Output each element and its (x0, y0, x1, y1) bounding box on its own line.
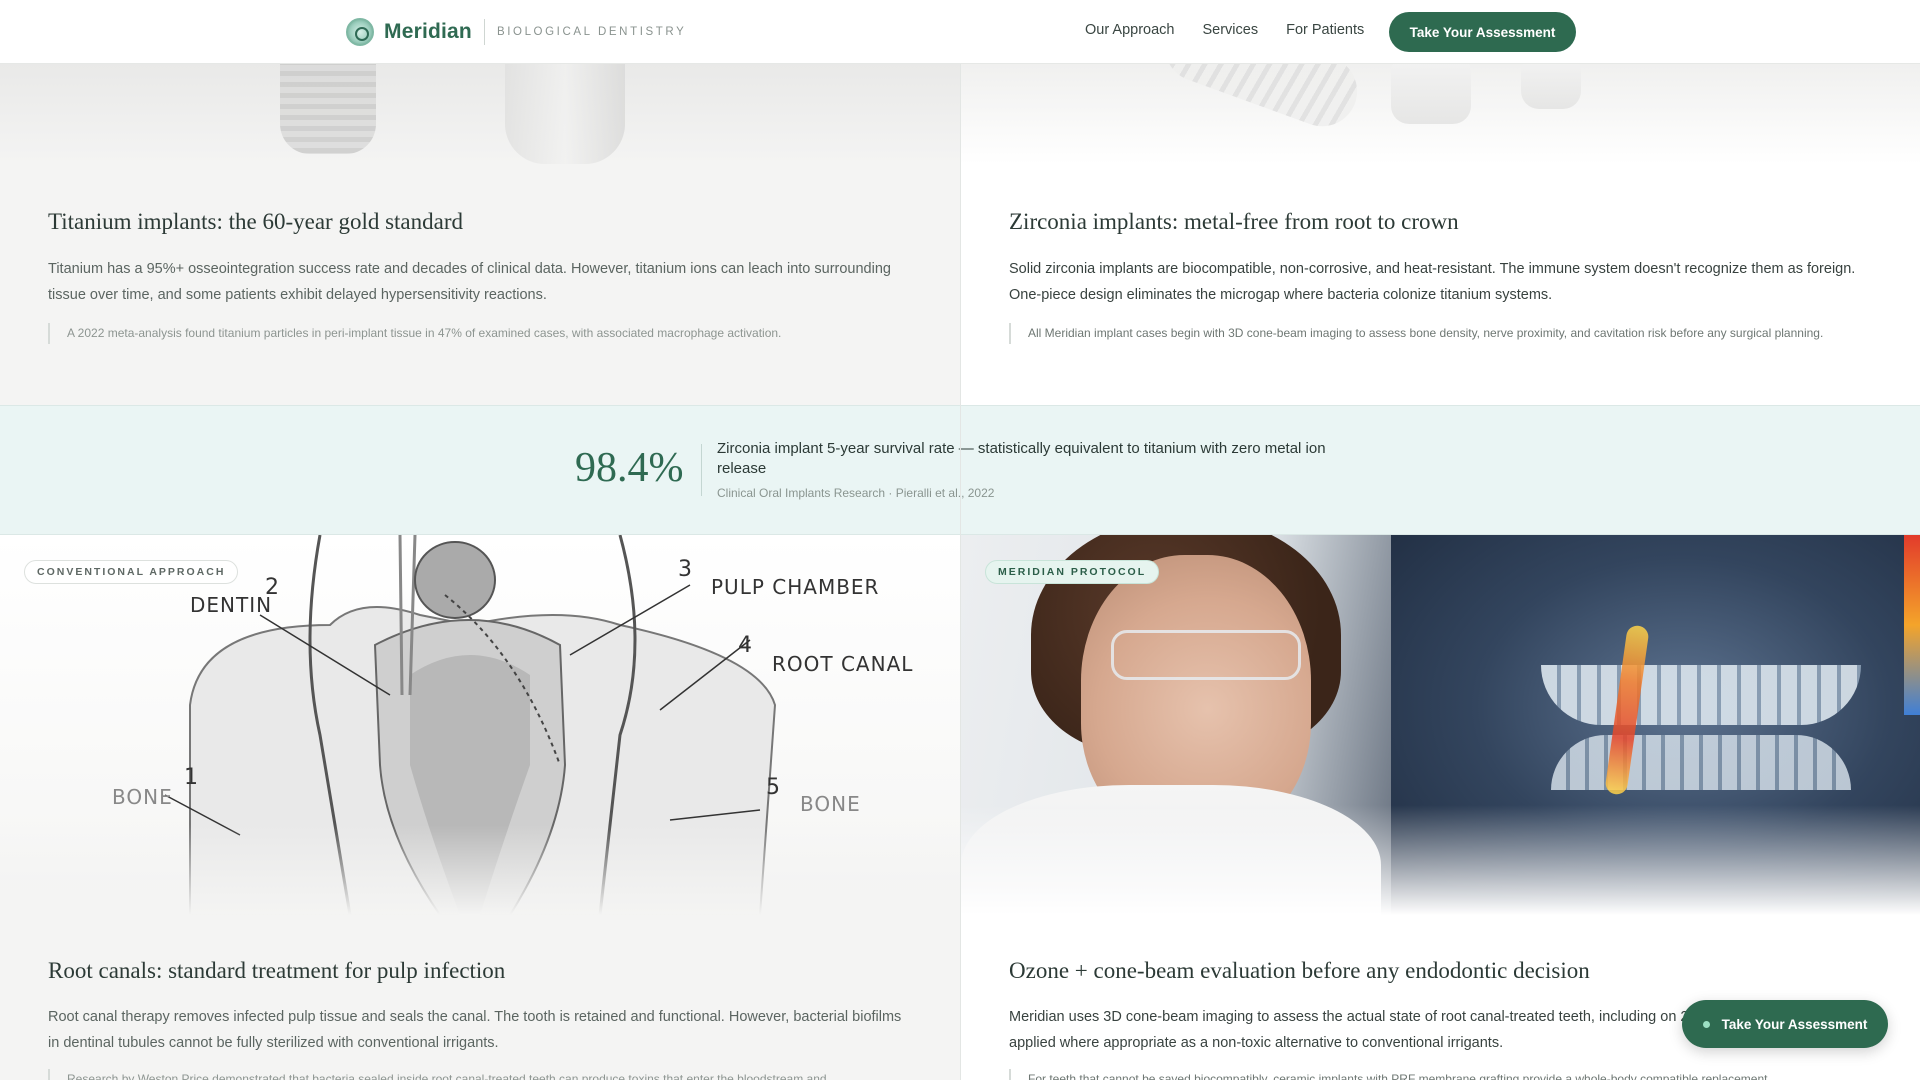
titanium-implant-image (0, 64, 960, 164)
conventional-approach-pill: CONVENTIONAL APPROACH (24, 560, 239, 584)
zirconia-body: Solid zirconia implants are biocompatibl… (1009, 261, 1856, 303)
image-fade (0, 825, 960, 915)
diagram-label-pulp-chamber: PULP CHAMBER (711, 575, 880, 599)
stat-description: Zirconia implant 5-year survival rate — … (717, 440, 1326, 477)
titanium-card: Titanium implants: the 60-year gold stan… (0, 64, 960, 405)
xray-lower-teeth (1551, 735, 1851, 790)
floating-assessment-button[interactable]: Take Your Assessment (1682, 1000, 1888, 1048)
xray-upper-teeth (1541, 665, 1861, 725)
nav-link-for-patients[interactable]: For Patients (1286, 22, 1364, 38)
root-canal-body: Root canal therapy removes infected pulp… (48, 1009, 902, 1051)
ozone-card: MERIDIAN PROTOCOL Ozone + cone-beam eval… (961, 535, 1920, 1080)
stat-separator (701, 444, 702, 496)
floating-assessment-label: Take Your Assessment (1721, 1016, 1868, 1032)
diagram-number-1: 1 (184, 765, 198, 790)
status-dot-icon (1702, 1020, 1710, 1028)
root-canal-quote: Research by Weston Price demonstrated th… (48, 1069, 898, 1080)
diagram-label-bone-right: BONE (800, 792, 861, 816)
column-divider (960, 64, 961, 1080)
stat-value: 98.4% (575, 445, 684, 491)
zirconia-card: Zirconia implants: metal-free from root … (961, 64, 1920, 405)
diagram-label-root-canal: ROOT CANAL (772, 652, 914, 676)
tooth-diagram: 2 DENTIN 3 PULP CHAMBER 4 ROOT CANAL 1 B… (0, 535, 960, 915)
zirconia-cap-graphic (1391, 64, 1471, 124)
stat-source: Clinical Oral Implants Research · Pieral… (717, 486, 995, 500)
diagram-number-3: 3 (678, 557, 692, 582)
zirconia-cap-small-graphic (1521, 64, 1581, 109)
meridian-protocol-pill: MERIDIAN PROTOCOL (985, 560, 1160, 584)
image-fade (961, 805, 1920, 915)
titanium-quote: A 2022 meta-analysis found titanium part… (48, 323, 898, 344)
top-navigation: Meridian BIOLOGICAL DENTISTRY Our Approa… (0, 0, 1920, 64)
titanium-title: Titanium implants: the 60-year gold stan… (48, 209, 464, 234)
diagram-label-dentin: DENTIN (190, 593, 273, 617)
diagram-number-5: 5 (766, 775, 780, 800)
ozone-title: Ozone + cone-beam evaluation before any … (1009, 958, 1590, 983)
meridian-logo-icon (346, 18, 374, 46)
infection-shape (414, 541, 496, 619)
implant-post-graphic (505, 64, 625, 164)
take-assessment-button[interactable]: Take Your Assessment (1389, 12, 1576, 52)
monitor-color-scale (1904, 535, 1920, 715)
doctor-glasses (1111, 630, 1301, 680)
nav-links: Our Approach Services For Patients (1085, 22, 1364, 38)
root-canal-title: Root canals: standard treatment for pulp… (48, 958, 506, 983)
zirconia-screw-graphic (1155, 64, 1367, 137)
nav-link-services[interactable]: Services (1202, 22, 1258, 38)
root-canal-card: 2 DENTIN 3 PULP CHAMBER 4 ROOT CANAL 1 B… (0, 535, 960, 1080)
nav-link-our-approach[interactable]: Our Approach (1085, 22, 1174, 38)
zirconia-implant-image (961, 64, 1920, 164)
zirconia-quote: All Meridian implant cases begin with 3D… (1009, 323, 1859, 344)
zirconia-title: Zirconia implants: metal-free from root … (1009, 209, 1459, 234)
titanium-body: Titanium has a 95%+ osseointegration suc… (48, 261, 891, 303)
implant-screw-graphic (280, 64, 376, 154)
ozone-quote: For teeth that cannot be saved biocompat… (1009, 1069, 1859, 1080)
brand[interactable]: Meridian BIOLOGICAL DENTISTRY (346, 18, 686, 46)
brand-tagline: BIOLOGICAL DENTISTRY (496, 26, 687, 38)
diagram-label-bone-left: BONE (112, 785, 173, 809)
doctor-xray-image: MERIDIAN PROTOCOL (961, 535, 1920, 915)
brand-name: Meridian (384, 20, 472, 43)
brand-separator (483, 19, 485, 45)
diagram-number-4: 4 (738, 633, 752, 658)
